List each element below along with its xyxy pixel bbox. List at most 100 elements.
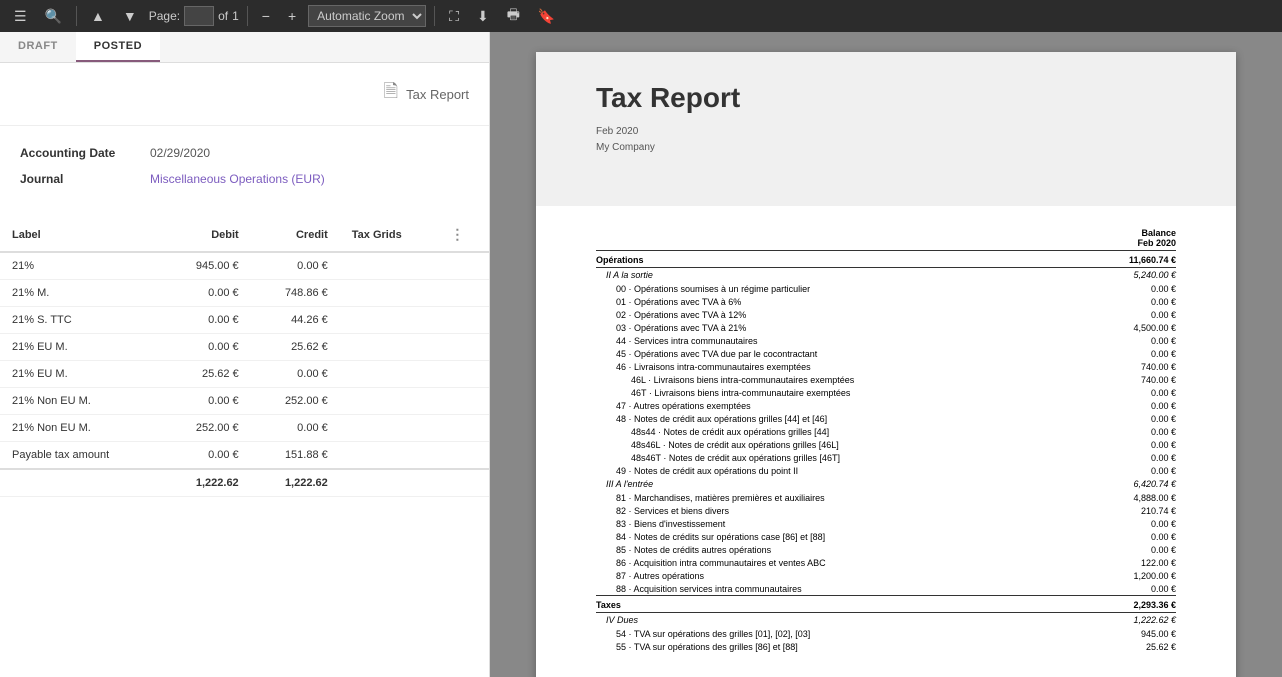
row-menu [438, 361, 489, 388]
report-header-left: 🗎 Tax Report [0, 63, 489, 126]
col-label: Label [0, 218, 162, 252]
pdf-sortie-label: II A la sortie [596, 268, 1060, 283]
pdf-report-title: Tax Report [596, 82, 1176, 114]
totals-debit: 1,222.62 [162, 469, 251, 497]
pdf-col-balance: Balance Feb 2020 [1060, 226, 1176, 251]
row-credit: 25.62 € [251, 334, 340, 361]
pdf-dues-label: IV Dues [596, 613, 1060, 628]
page-label: Page: [149, 9, 180, 23]
table-row: 21% 945.00 € 0.00 € [0, 252, 489, 280]
accounting-date-label: Accounting Date [20, 146, 150, 160]
page-total: 1 [232, 9, 239, 23]
fullscreen-button[interactable]: ⛶ [443, 4, 465, 29]
row-debit: 0.00 € [162, 334, 251, 361]
journal-row: Journal Miscellaneous Operations (EUR) [20, 172, 469, 186]
accounting-date-row: Accounting Date 02/29/2020 [20, 146, 469, 160]
pdf-viewport[interactable]: Tax Report Feb 2020 My Company Balance F [490, 32, 1282, 677]
row-menu [438, 388, 489, 415]
pdf-subsection-entree: III A l'entrée 6,420.74 € [596, 477, 1176, 491]
pdf-row-88: 88 · Acquisition services intra communau… [596, 582, 1176, 596]
row-debit: 25.62 € [162, 361, 251, 388]
row-tax-grids [340, 307, 439, 334]
row-label: 21% EU M. [0, 334, 162, 361]
print-button[interactable]: 🖶 [501, 0, 526, 32]
row-label: 21% EU M. [0, 361, 162, 388]
journal-value[interactable]: Miscellaneous Operations (EUR) [150, 172, 325, 186]
pdf-sortie-value: 5,240.00 € [1060, 268, 1176, 283]
download-button[interactable]: ⬇ [471, 4, 495, 29]
row-tax-grids [340, 388, 439, 415]
toolbar-separator-3 [434, 6, 435, 26]
search-button[interactable]: 🔍 [39, 4, 68, 29]
row-menu [438, 334, 489, 361]
pdf-taxes-value: 2,293.36 € [1060, 596, 1176, 613]
journal-entries-table-container: Label Debit Credit Tax Grids ⋮ 21% 945.0… [0, 218, 489, 677]
pdf-entree-value: 6,420.74 € [1060, 477, 1176, 491]
row-label: 21% S. TTC [0, 307, 162, 334]
row-debit: 0.00 € [162, 388, 251, 415]
row-credit: 748.86 € [251, 280, 340, 307]
next-page-button[interactable]: ▼ [117, 4, 143, 28]
pdf-row-49: 49 · Notes de crédit aux opérations du p… [596, 464, 1176, 477]
pdf-operations-value: 11,660.74 € [1060, 251, 1176, 268]
row-debit: 0.00 € [162, 307, 251, 334]
zoom-in-button[interactable]: + [282, 4, 302, 28]
toggle-sidebar-button[interactable]: ☰ [8, 4, 33, 29]
row-debit: 945.00 € [162, 252, 251, 280]
row-label: 21% [0, 252, 162, 280]
page-number-input[interactable]: 1 [184, 6, 214, 26]
pdf-subtitle-line2: My Company [596, 140, 1176, 156]
pdf-row-00: 00 · Opérations soumises à un régime par… [596, 282, 1176, 295]
tab-draft[interactable]: DRAFT [0, 32, 76, 62]
pdf-row-54: 54 · TVA sur opérations des grilles [01]… [596, 627, 1176, 640]
page-control: Page: 1 of 1 [149, 6, 239, 26]
row-label: 21% M. [0, 280, 162, 307]
pdf-subsection-dues: IV Dues 1,222.62 € [596, 613, 1176, 628]
journal-entries-table: Label Debit Credit Tax Grids ⋮ 21% 945.0… [0, 218, 489, 497]
pdf-row-48s46T: 48s46T · Notes de crédit aux opérations … [596, 451, 1176, 464]
table-row: 21% EU M. 25.62 € 0.00 € [0, 361, 489, 388]
pdf-subsection-sortie: II A la sortie 5,240.00 € [596, 268, 1176, 283]
row-label: 21% Non EU M. [0, 415, 162, 442]
column-options-icon[interactable]: ⋮ [450, 226, 464, 242]
row-credit: 0.00 € [251, 361, 340, 388]
main-layout: DRAFT POSTED 🗎 Tax Report Accounting Dat… [0, 32, 1282, 677]
totals-tax-grids [340, 469, 439, 497]
row-credit: 0.00 € [251, 415, 340, 442]
pdf-section-operations: Opérations 11,660.74 € [596, 251, 1176, 268]
pdf-row-86: 86 · Acquisition intra communautaires et… [596, 556, 1176, 569]
prev-page-button[interactable]: ▲ [85, 4, 111, 28]
pdf-subtitle-line1: Feb 2020 [596, 124, 1176, 140]
table-row: 21% S. TTC 0.00 € 44.26 € [0, 307, 489, 334]
left-panel: DRAFT POSTED 🗎 Tax Report Accounting Dat… [0, 32, 490, 677]
table-row: 21% Non EU M. 252.00 € 0.00 € [0, 415, 489, 442]
row-credit: 151.88 € [251, 442, 340, 470]
pdf-dues-value: 1,222.62 € [1060, 613, 1176, 628]
row-tax-grids [340, 334, 439, 361]
row-debit: 0.00 € [162, 280, 251, 307]
pdf-row-55: 55 · TVA sur opérations des grilles [86]… [596, 640, 1176, 653]
bookmark-button[interactable]: 🔖 [532, 4, 561, 29]
pdf-row-48: 48 · Notes de crédit aux opérations gril… [596, 412, 1176, 425]
pdf-row-01: 01 · Opérations avec TVA à 6% 0.00 € [596, 295, 1176, 308]
totals-credit: 1,222.62 [251, 469, 340, 497]
report-icon-label: 🗎 Tax Report [384, 79, 469, 109]
tab-posted[interactable]: POSTED [76, 32, 160, 62]
row-menu [438, 307, 489, 334]
pdf-entree-label: III A l'entrée [596, 477, 1060, 491]
totals-row: 1,222.62 1,222.62 [0, 469, 489, 497]
row-debit: 0.00 € [162, 442, 251, 470]
row-menu [438, 280, 489, 307]
info-section: Accounting Date 02/29/2020 Journal Misce… [0, 126, 489, 218]
row-label: 21% Non EU M. [0, 388, 162, 415]
pdf-row-03: 03 · Opérations avec TVA à 21% 4,500.00 … [596, 321, 1176, 334]
toolbar-separator-1 [76, 6, 77, 26]
pdf-toolbar: ☰ 🔍 ▲ ▼ Page: 1 of 1 − + Automatic Zoom … [0, 0, 1282, 32]
pdf-row-46T: 46T · Livraisons biens intra-communautai… [596, 386, 1176, 399]
zoom-out-button[interactable]: − [256, 4, 276, 28]
row-menu [438, 252, 489, 280]
row-debit: 252.00 € [162, 415, 251, 442]
zoom-select[interactable]: Automatic Zoom 50% 75% 100% 125% 150% [308, 5, 426, 27]
pdf-subtitle: Feb 2020 My Company [596, 124, 1176, 156]
col-menu-header: ⋮ [438, 218, 489, 252]
